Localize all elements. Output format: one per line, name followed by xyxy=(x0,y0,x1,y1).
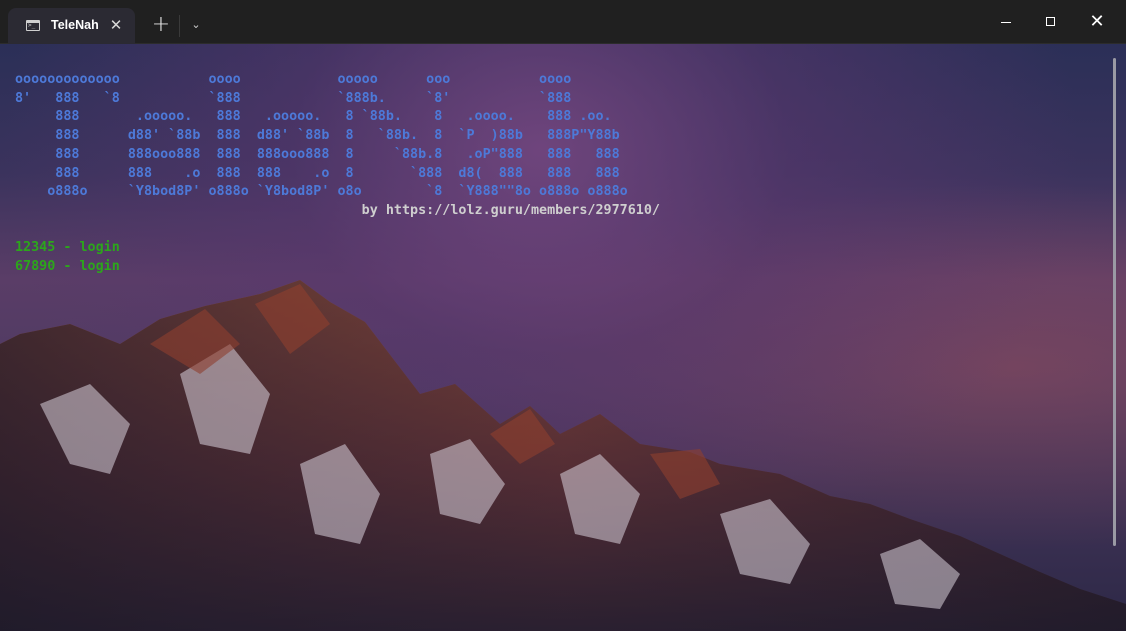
tab-title: TeleNah xyxy=(51,18,99,32)
ascii-line: 8' 888 `8 `888 `888b. `8' `888 xyxy=(15,90,572,106)
login-line: 67890 - login xyxy=(15,259,120,275)
maximize-button[interactable] xyxy=(1039,10,1063,34)
tab-close-button[interactable]: ✕ xyxy=(108,17,124,33)
ascii-line: 888 888ooo888 888 888ooo888 8 `88b.8 .oP… xyxy=(15,146,620,162)
ascii-line: 888 .ooooo. 888 .ooooo. 8 `88b. 8 .oooo.… xyxy=(15,109,612,125)
terminal-output: ooooooooooooo oooo ooooo ooo oooo 8' 888… xyxy=(15,71,660,277)
login-list: 12345 - login 67890 - login xyxy=(15,240,120,274)
maximize-icon xyxy=(1046,17,1055,26)
login-line: 12345 - login xyxy=(15,240,120,256)
tab-dropdown-button[interactable]: ⌄ xyxy=(188,15,204,35)
tab-telenah[interactable]: TeleNah ✕ xyxy=(8,8,135,44)
terminal-icon xyxy=(26,20,40,31)
title-bar: TeleNah ✕ + ⌄ ✕ xyxy=(0,0,1126,44)
terminal-window: TeleNah ✕ + ⌄ ✕ xyxy=(0,0,1126,631)
ascii-line: ooooooooooooo oooo ooooo ooo oooo xyxy=(15,72,572,87)
ascii-line: 888 888 .o 888 888 .o 8 `888 d8( 888 888… xyxy=(15,165,620,181)
terminal-content[interactable]: ooooooooooooo oooo ooooo ooo oooo 8' 888… xyxy=(0,44,1126,631)
tab-separator xyxy=(179,15,180,37)
minimize-icon xyxy=(1001,22,1011,23)
close-button[interactable]: ✕ xyxy=(1085,10,1109,34)
scrollbar[interactable] xyxy=(1113,58,1116,546)
new-tab-button[interactable]: + xyxy=(150,14,172,36)
credit-line: by https://lolz.guru/members/2977610/ xyxy=(15,202,660,218)
ascii-line: 888 d88' `88b 888 d88' `88b 8 `88b. 8 `P… xyxy=(15,128,620,144)
ascii-banner: ooooooooooooo oooo ooooo ooo oooo 8' 888… xyxy=(15,72,628,199)
minimize-button[interactable] xyxy=(994,10,1018,34)
ascii-line: o888o `Y8bod8P' o888o `Y8bod8P' o8o `8 `… xyxy=(15,184,628,200)
